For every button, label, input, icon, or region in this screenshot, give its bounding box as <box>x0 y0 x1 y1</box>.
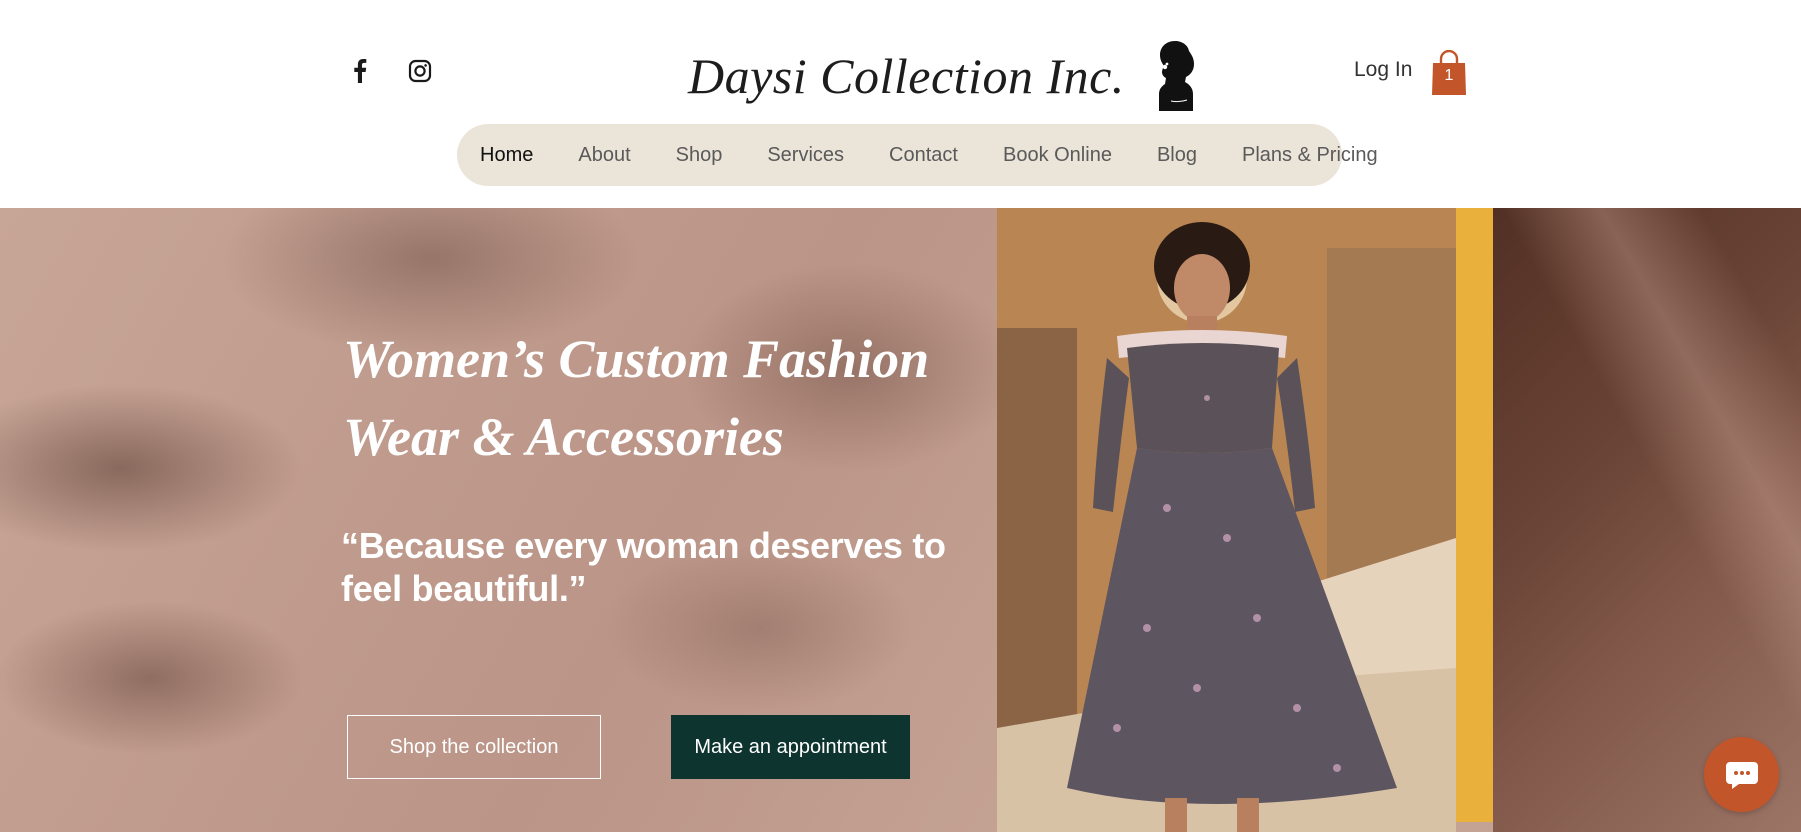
chat-bubble-icon <box>1725 761 1758 789</box>
cart-button[interactable]: 1 <box>1430 49 1468 96</box>
instagram-icon[interactable] <box>406 57 434 85</box>
nav-item-plans-pricing[interactable]: Plans & Pricing <box>1242 144 1378 167</box>
nav-item-services[interactable]: Services <box>767 144 844 167</box>
nav-item-shop[interactable]: Shop <box>676 144 723 167</box>
chat-button[interactable] <box>1704 737 1779 812</box>
woman-silhouette-logo <box>1158 41 1194 111</box>
hero-title: Women’s Custom Fashion Wear & Accessorie… <box>343 329 930 467</box>
gold-accent-bar <box>1456 208 1493 822</box>
hero-photo <box>997 208 1456 832</box>
nav-item-about[interactable]: About <box>578 144 630 167</box>
make-appointment-button[interactable]: Make an appointment <box>671 715 910 779</box>
hero-background-right <box>1493 208 1801 832</box>
nav-item-contact[interactable]: Contact <box>889 144 958 167</box>
main-nav: Home About Shop Services Contact Book On… <box>457 124 1378 186</box>
brand-title: Daysi Collection Inc. <box>688 48 1125 104</box>
hero-section: Women’s Custom Fashion Wear & Accessorie… <box>0 208 1801 832</box>
nav-item-home[interactable]: Home <box>480 144 533 167</box>
nav-item-blog[interactable]: Blog <box>1157 144 1197 167</box>
cart-count: 1 <box>1444 67 1454 84</box>
login-link[interactable]: Log In <box>1354 58 1412 82</box>
social-links <box>346 57 434 85</box>
hero-quote: “Because every woman deserves to feel be… <box>341 525 946 609</box>
nav-item-book-online[interactable]: Book Online <box>1003 144 1112 167</box>
facebook-icon[interactable] <box>346 57 374 85</box>
site-header: Daysi Collection Inc. Log In 1 Home Abou… <box>0 0 1801 208</box>
shop-collection-button[interactable]: Shop the collection <box>347 715 601 779</box>
brand[interactable]: Daysi Collection Inc. <box>688 36 1199 116</box>
